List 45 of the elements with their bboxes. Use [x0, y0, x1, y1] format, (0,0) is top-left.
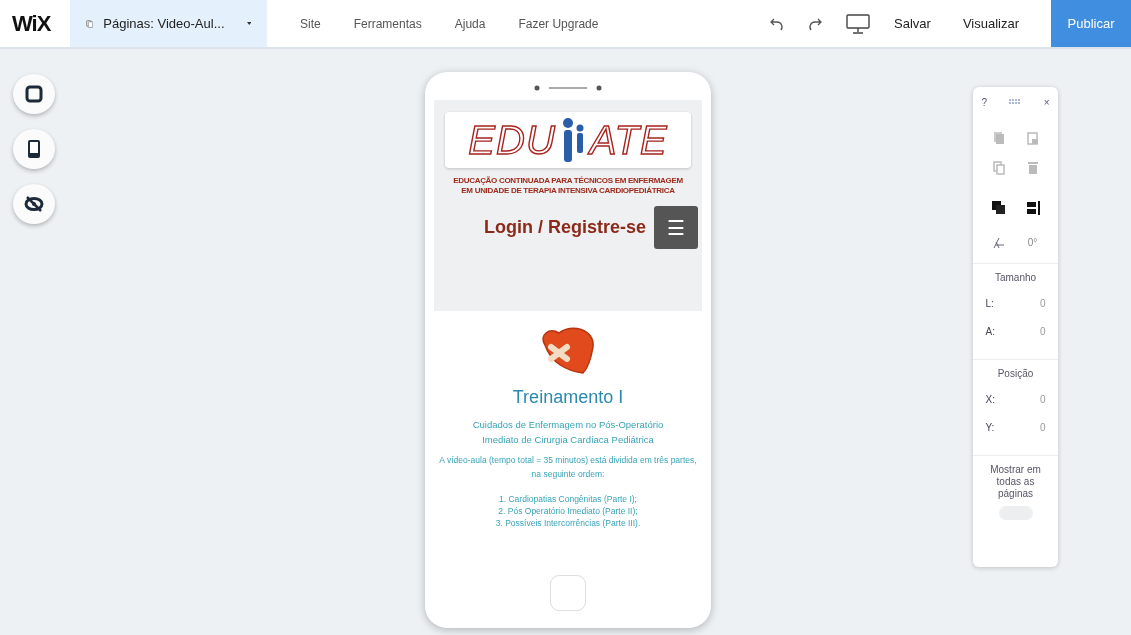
help-button[interactable]: ?: [981, 96, 988, 108]
close-button[interactable]: ×: [1043, 96, 1050, 108]
undo-icon[interactable]: [770, 16, 784, 31]
menu-item[interactable]: Site: [300, 16, 321, 31]
save-button[interactable]: Salvar: [894, 16, 931, 31]
desktop-icon[interactable]: [846, 13, 870, 34]
section-title: Posição: [997, 368, 1034, 379]
field-label: Y:: [985, 421, 995, 433]
mobile-button[interactable]: [13, 129, 55, 169]
square-icon: [25, 85, 43, 103]
pages-dropdown[interactable]: Páginas: Video-Aul...: [70, 0, 267, 47]
wix-logo: WiX: [12, 10, 52, 37]
speaker-icon: [533, 84, 603, 92]
field-label: X:: [985, 393, 995, 405]
intro-paragraph: A vídeo-aula (tempo total = 35 minutos) está dividida em três partes, na seguinte ordem:: [438, 454, 698, 481]
menu-item[interactable]: Fazer Upgrade: [518, 16, 599, 31]
card-subtitle: Cuidados de Enfermagem no Pós-Operatório: [472, 418, 664, 432]
caret-icon: [246, 21, 251, 26]
align-icon[interactable]: [1025, 201, 1040, 215]
card-title: Treinamento I: [512, 387, 624, 408]
hidden-eye-icon: [24, 196, 44, 212]
hidden-elements-button[interactable]: [13, 184, 55, 224]
login-link[interactable]: Login / Registre-se: [483, 217, 646, 238]
layout-button[interactable]: [13, 74, 55, 114]
list-item: 2. Pós Operatório Imediato (Parte II);: [498, 505, 638, 517]
tagline-text: EDUCAÇÃO CONTINUADA PARA TÉCNICOS EM ENFERMAGEM: [453, 176, 683, 186]
show-all-label: Mostrar em todas as páginas: [989, 464, 1042, 500]
phone-icon: [27, 139, 41, 159]
rotation-value: 0°: [1027, 237, 1038, 249]
list-item: 3. Possíveis Intercorrências (Parte III).: [495, 517, 641, 529]
list-item: 1. Cardiopatias Congênitas (Parte I);: [499, 493, 637, 505]
menu-button[interactable]: ☰: [654, 206, 698, 249]
menu-item[interactable]: Ajuda: [454, 16, 486, 31]
redo-icon[interactable]: [808, 16, 822, 31]
rotate-icon[interactable]: [992, 237, 1005, 249]
educate-logo: EDU ATE: [445, 112, 691, 168]
section-title: Tamanho: [994, 272, 1037, 283]
card-subtitle: Imediato de Cirurgia Cardíaca Pediátrica: [482, 433, 654, 447]
field-label: L:: [985, 297, 994, 309]
preview-button[interactable]: Visualizar: [962, 16, 1019, 31]
tagline-text: EM UNIDADE DE TERAPIA INTENSIVA CARDIOPEDIÁTRICA: [461, 186, 675, 196]
drag-handle-icon[interactable]: [1009, 99, 1022, 105]
field-label: A:: [985, 325, 995, 337]
arrange-icon[interactable]: [991, 201, 1006, 215]
menu-item[interactable]: Ferramentas: [353, 16, 422, 31]
